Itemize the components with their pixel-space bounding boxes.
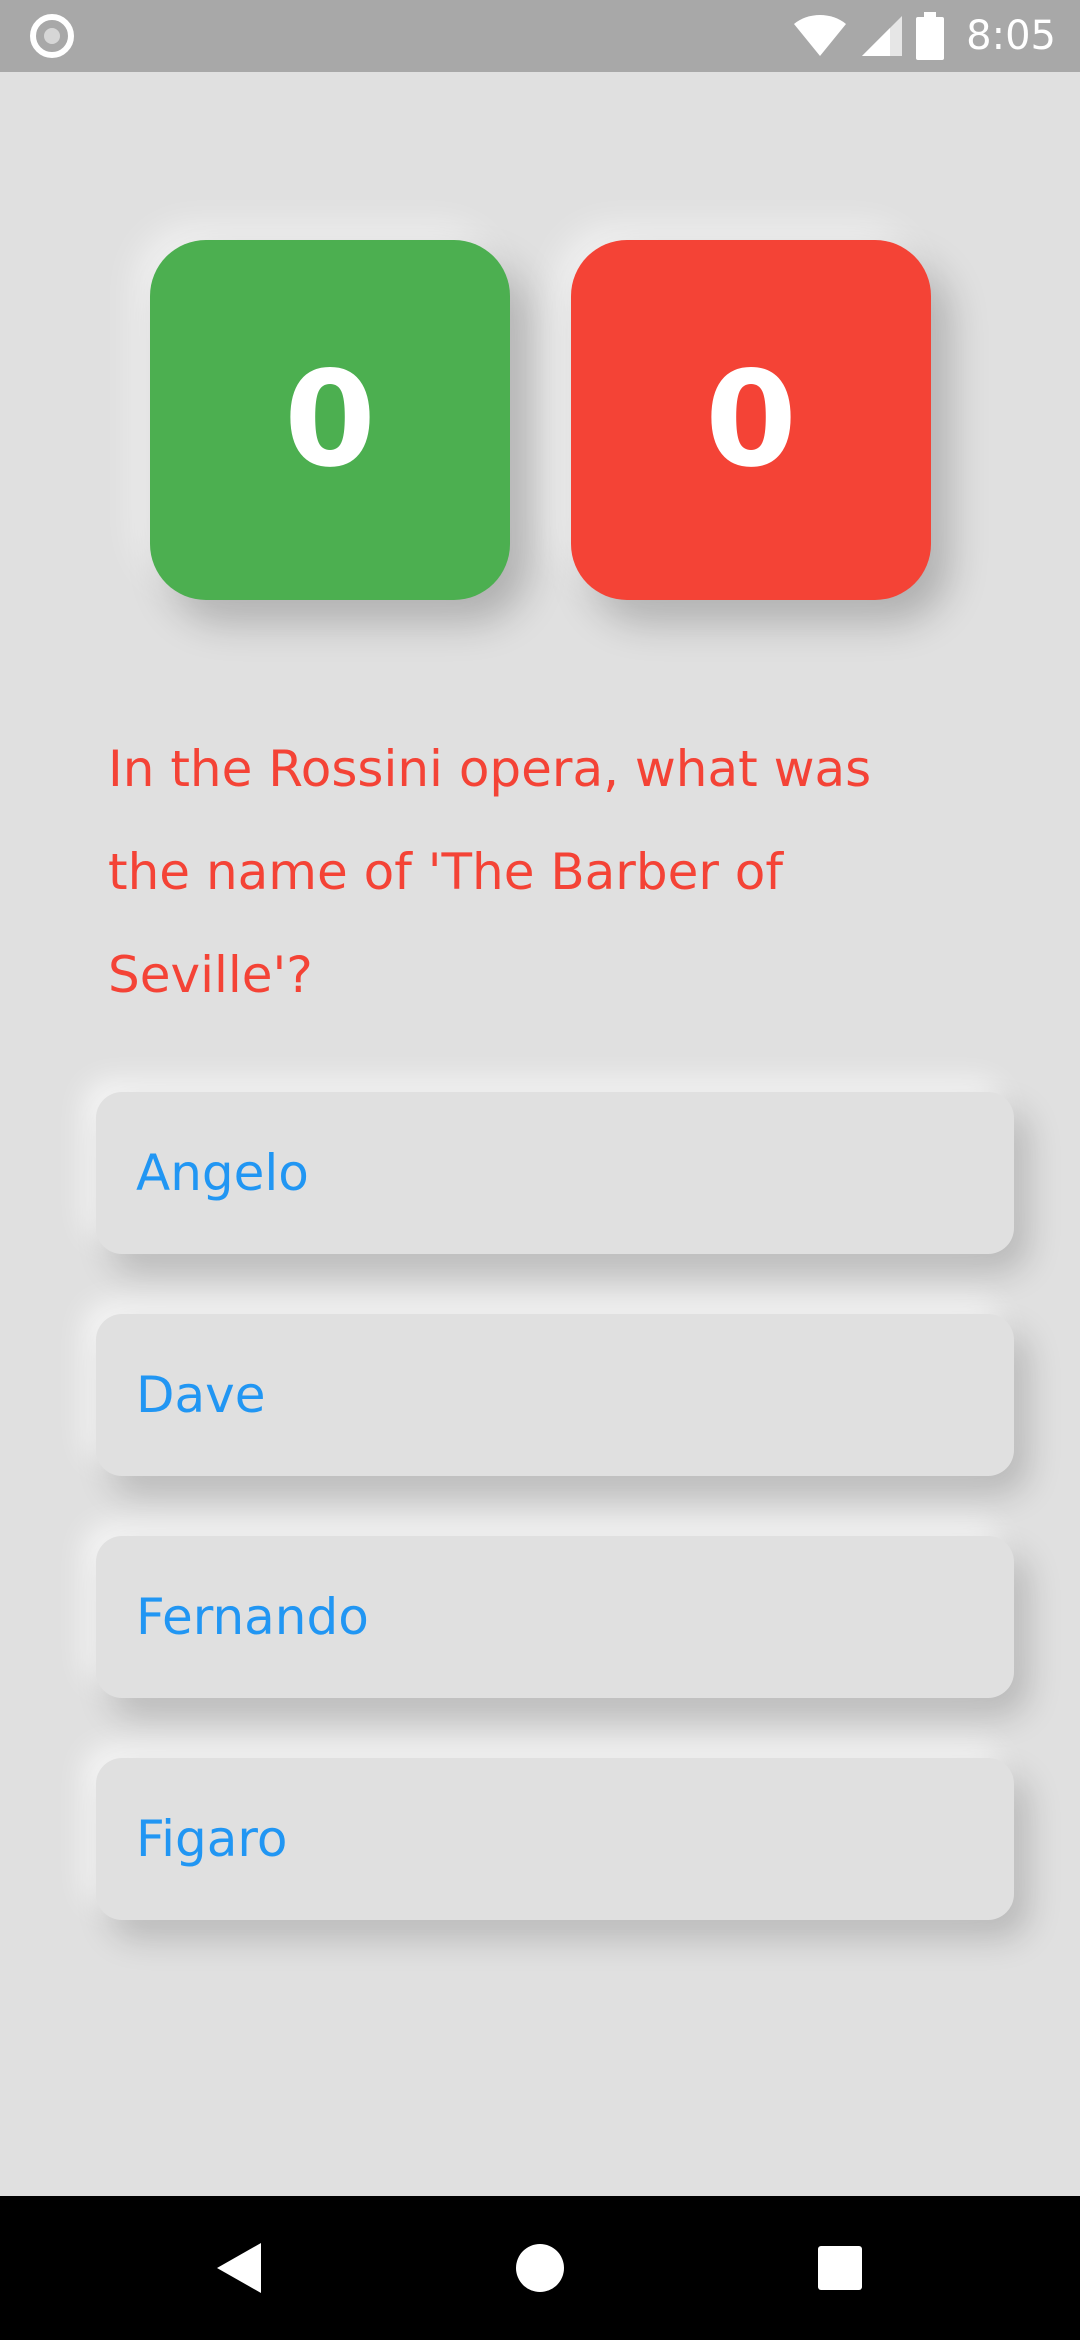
answer-label: Dave (136, 1366, 266, 1424)
recent-apps-button[interactable] (808, 2236, 872, 2300)
home-button[interactable] (508, 2236, 572, 2300)
back-icon (217, 2243, 261, 2293)
answer-option-angelo[interactable]: Angelo (96, 1092, 1014, 1254)
wrong-score-value: 0 (705, 343, 797, 497)
answer-label: Fernando (136, 1588, 369, 1646)
answer-label: Angelo (136, 1144, 309, 1202)
notification-icon (30, 14, 74, 58)
wifi-icon (794, 15, 847, 56)
answer-option-fernando[interactable]: Fernando (96, 1536, 1014, 1698)
recent-apps-icon (818, 2246, 862, 2290)
navigation-bar (0, 2196, 1080, 2340)
signal-icon (862, 16, 903, 56)
status-bar: 8:05 (0, 0, 1080, 72)
answer-option-figaro[interactable]: Figaro (96, 1758, 1014, 1920)
back-button[interactable] (208, 2236, 272, 2300)
answer-label: Figaro (136, 1810, 288, 1868)
question-text: In the Rossini opera, what was the name … (108, 740, 872, 1004)
battery-icon (916, 12, 945, 60)
correct-score-value: 0 (284, 343, 376, 497)
correct-score-card: 0 (150, 240, 510, 600)
answer-option-dave[interactable]: Dave (96, 1314, 1014, 1476)
wrong-score-card: 0 (571, 240, 931, 600)
home-icon (516, 2244, 564, 2292)
status-time: 8:05 (966, 13, 1056, 59)
quiz-screen: 0 0 In the Rossini opera, what was the n… (0, 72, 1080, 2196)
